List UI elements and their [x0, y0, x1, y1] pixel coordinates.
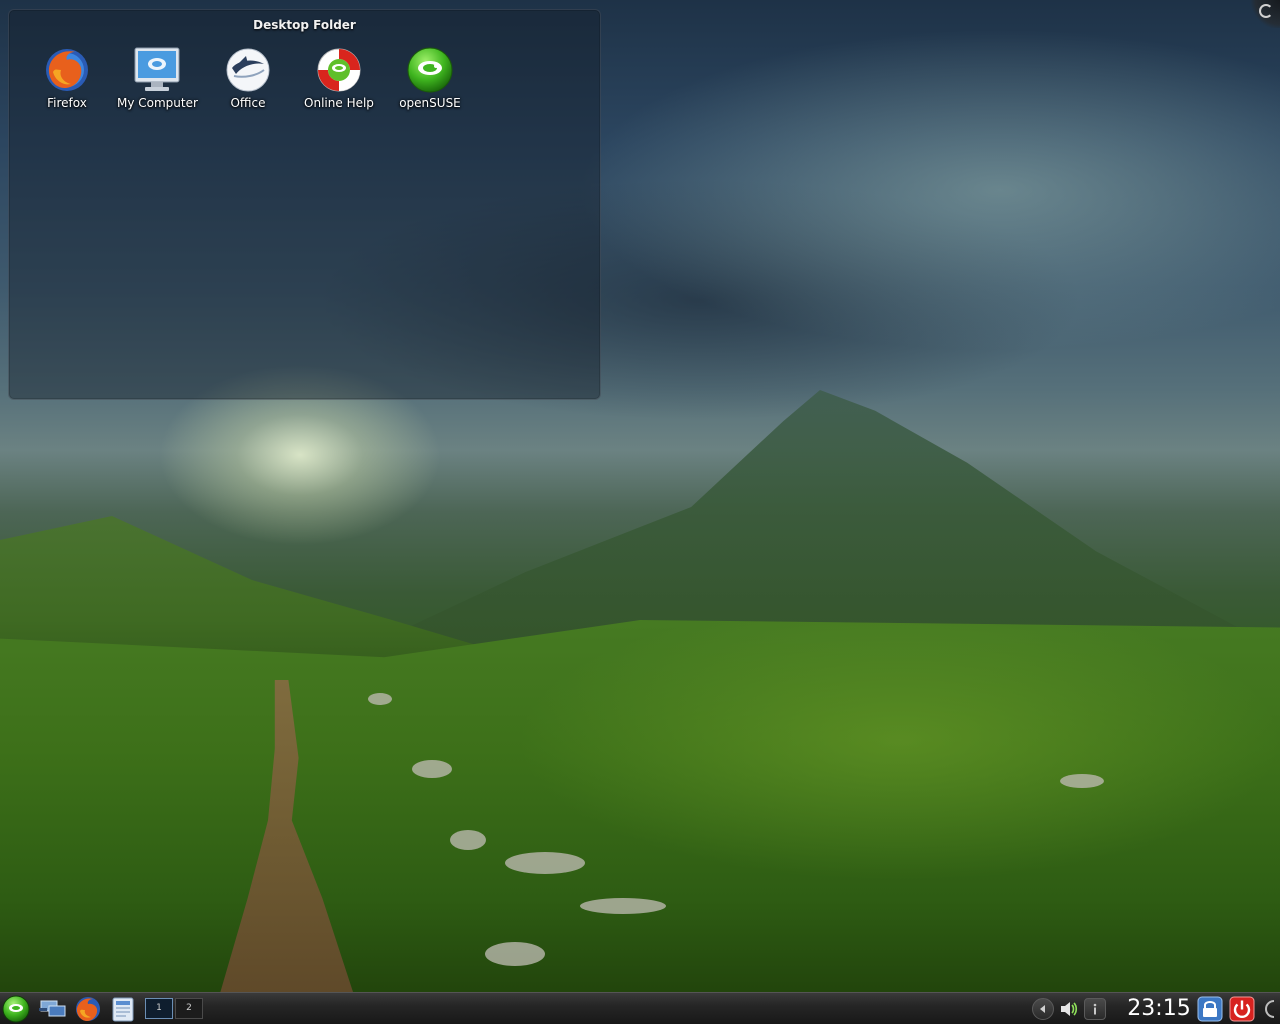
- digital-clock[interactable]: 23:15: [1126, 995, 1192, 1023]
- desktop-icon-office[interactable]: Office: [208, 46, 288, 110]
- wallpaper-rock: [580, 898, 666, 914]
- lock-icon: [1197, 996, 1223, 1022]
- desktop-icon-opensuse[interactable]: openSUSE: [390, 46, 470, 110]
- desktop-icon-my-computer[interactable]: My Computer: [117, 46, 198, 110]
- notifications-button[interactable]: [1084, 998, 1106, 1020]
- desktop-icon-label: openSUSE: [399, 96, 461, 110]
- wallpaper-rock: [450, 830, 486, 850]
- virtual-desktop-pager: 1 2: [145, 998, 203, 1019]
- desktop-toolbox-button[interactable]: [1250, 0, 1280, 28]
- firefox-icon: [43, 46, 91, 94]
- plasma-cashew-icon: [1265, 1000, 1275, 1018]
- panel-toolbox-button[interactable]: [1260, 997, 1280, 1021]
- lock-screen-button[interactable]: [1197, 996, 1223, 1022]
- tray-expand-button[interactable]: [1032, 998, 1054, 1020]
- desktop[interactable]: Desktop Folder Firefox My Computer Offic…: [0, 0, 1280, 1024]
- bottom-panel: 1 2 23:15: [0, 992, 1280, 1024]
- wallpaper-rock: [368, 693, 392, 705]
- wallpaper-rock: [1060, 774, 1104, 788]
- arrow-left-icon: [1040, 1005, 1045, 1013]
- plasma-cashew-icon: [1259, 4, 1273, 18]
- file-manager-icon: [112, 997, 134, 1022]
- opensuse-logo-icon: [406, 46, 454, 94]
- computer-monitor-icon: [133, 46, 181, 94]
- pager-desktop-1[interactable]: 1: [145, 998, 173, 1019]
- wallpaper-rock: [505, 852, 585, 874]
- desktop-icon-label: Office: [230, 96, 266, 110]
- desktop-folder-view[interactable]: Desktop Folder Firefox My Computer Offic…: [8, 9, 601, 400]
- desktop-icon-online-help[interactable]: Online Help: [299, 46, 379, 110]
- wallpaper-rock: [485, 942, 545, 966]
- info-icon: [1093, 1003, 1097, 1015]
- volume-button[interactable]: [1058, 998, 1080, 1020]
- lifebuoy-help-icon: [315, 46, 363, 94]
- system-tray: [1032, 997, 1106, 1021]
- pager-desktop-2[interactable]: 2: [175, 998, 203, 1019]
- kickoff-launcher-button[interactable]: [1, 995, 31, 1023]
- show-desktop-button[interactable]: [38, 995, 68, 1023]
- leave-button[interactable]: [1229, 996, 1255, 1022]
- desktop-icon-label: Online Help: [304, 96, 374, 110]
- show-desktop-icon: [39, 1000, 66, 1017]
- firefox-icon: [76, 997, 100, 1021]
- kickoff-opensuse-icon: [2, 995, 30, 1023]
- desktop-icon-firefox[interactable]: Firefox: [27, 46, 107, 110]
- firefox-launcher-button[interactable]: [73, 995, 103, 1023]
- desktop-icon-label: Firefox: [47, 96, 87, 110]
- power-icon: [1229, 996, 1255, 1022]
- file-manager-launcher-button[interactable]: [108, 995, 138, 1023]
- folder-view-title: Desktop Folder: [253, 18, 356, 32]
- volume-icon: [1061, 1002, 1078, 1016]
- desktop-icon-label: My Computer: [117, 96, 198, 110]
- wallpaper-rock: [412, 760, 452, 778]
- office-icon: [224, 46, 272, 94]
- wallpaper-field: [0, 620, 1280, 992]
- wallpaper-mountain: [360, 390, 1280, 650]
